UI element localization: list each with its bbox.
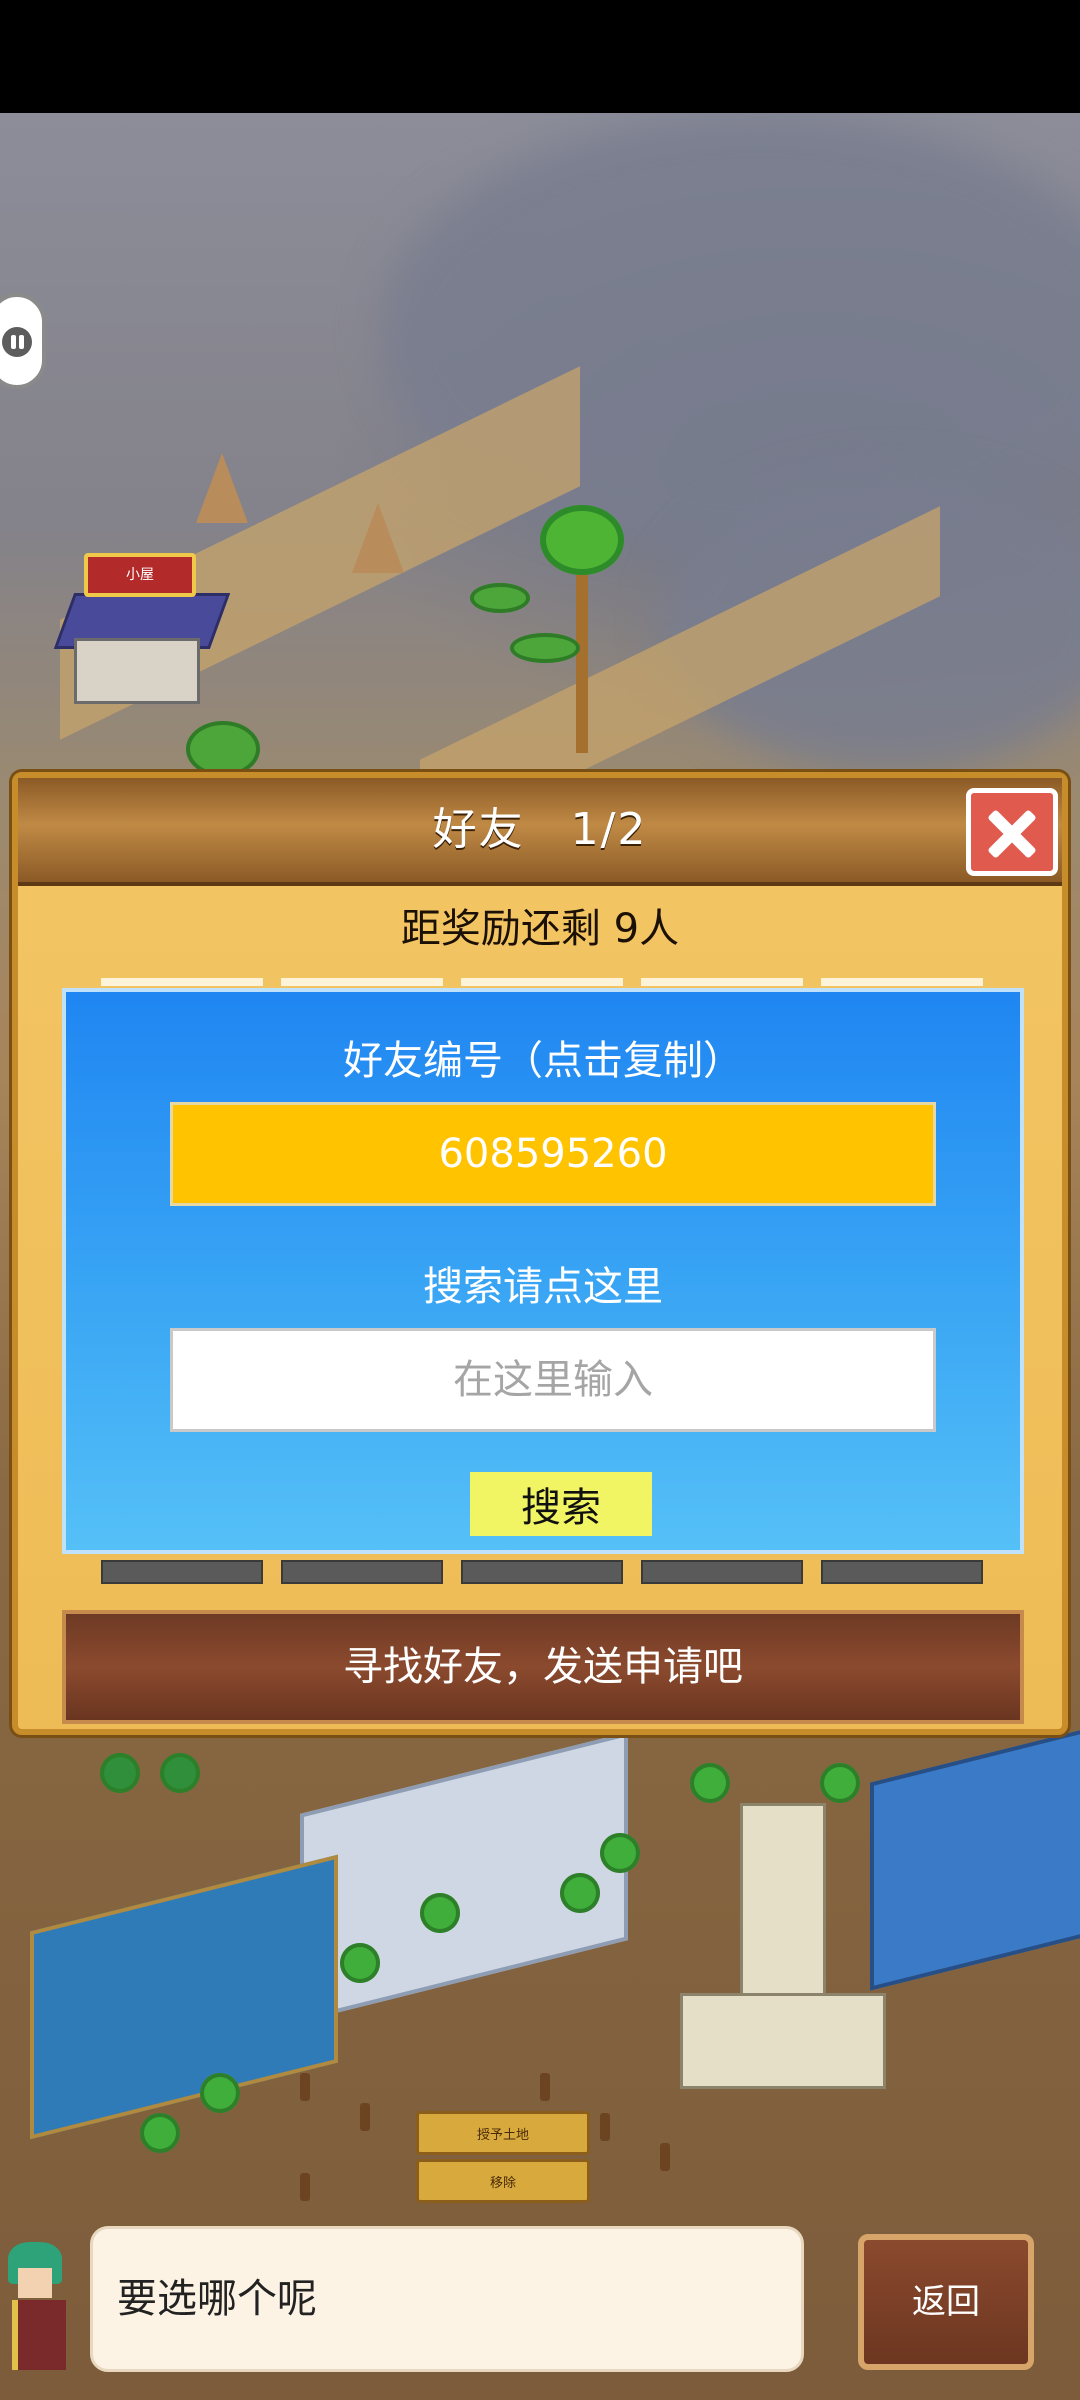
tree (100, 1753, 140, 1793)
page-tabs-bottom (62, 1560, 1022, 1584)
blue-building[interactable] (870, 1723, 1080, 1991)
search-label: 搜索请点这里 (423, 1264, 663, 1310)
page-tab[interactable] (821, 978, 983, 986)
friend-id-copy-box[interactable]: 608595260 (170, 1102, 936, 1206)
chat-icon (2, 327, 32, 357)
bush (340, 1943, 380, 1983)
page-tabs-top (62, 978, 1022, 986)
speech-bubble: 要选哪个呢 (90, 2226, 804, 2372)
house-sign[interactable]: 小屋 (84, 553, 196, 597)
palm-tree (540, 505, 624, 575)
avatar-face (18, 2268, 52, 2298)
fence-post (540, 2073, 550, 2101)
bush (140, 2113, 180, 2153)
page-tab[interactable] (641, 1560, 803, 1584)
page-tab[interactable] (461, 978, 623, 986)
tower-base (680, 1993, 886, 2089)
fence-post (600, 2113, 610, 2141)
friend-panel: 好友编号（点击复制） 608595260 搜索请点这里 搜索 (62, 988, 1024, 1554)
friend-id-label: 好友编号（点击复制） (343, 1038, 743, 1084)
rock-spire (352, 503, 404, 573)
fence-post (360, 2103, 370, 2131)
return-button[interactable]: 返回 (858, 2234, 1034, 2370)
page-tab[interactable] (641, 978, 803, 986)
bush (690, 1763, 730, 1803)
find-friend-banner: 寻找好友，发送申请吧 (62, 1610, 1024, 1724)
page-tab[interactable] (281, 978, 443, 986)
shop-building[interactable] (30, 1854, 338, 2140)
bush (820, 1763, 860, 1803)
tree (160, 1753, 200, 1793)
page-tab[interactable] (101, 978, 263, 986)
grass-patch (510, 633, 580, 663)
small-house[interactable] (53, 593, 231, 704)
dialog-title: 好友 1/2 (432, 804, 648, 855)
bush (600, 1833, 640, 1873)
page-tab[interactable] (101, 1560, 263, 1584)
bush (420, 1893, 460, 1933)
avatar-body (12, 2300, 66, 2370)
reward-remaining-text: 距奖励还剩 9人 (400, 906, 680, 952)
status-bar (0, 0, 1080, 113)
speech-bubble-text: 要选哪个呢 (117, 2276, 317, 2322)
house-wall (74, 638, 200, 704)
bush (200, 2073, 240, 2113)
fence-post (660, 2143, 670, 2171)
bush (560, 1873, 600, 1913)
close-icon (971, 793, 1053, 871)
fence-post (300, 2073, 310, 2101)
bush (186, 721, 260, 777)
close-button[interactable] (966, 788, 1058, 876)
grant-land-sign[interactable]: 授予土地 (416, 2111, 590, 2155)
search-input[interactable] (170, 1328, 936, 1432)
page-tab[interactable] (461, 1560, 623, 1584)
page-tab[interactable] (281, 1560, 443, 1584)
character-avatar (0, 2228, 82, 2400)
friend-dialog: 好友 1/2 距奖励还剩 9人 好友编号（点击复制） 608595260 搜索请… (12, 772, 1068, 1735)
page-tab[interactable] (821, 1560, 983, 1584)
rock-spire (196, 453, 248, 523)
search-button[interactable]: 搜索 (470, 1472, 652, 1536)
remove-sign[interactable]: 移除 (416, 2159, 590, 2203)
chat-button[interactable] (0, 293, 46, 389)
fence-post (300, 2173, 310, 2201)
grass-patch (470, 583, 530, 613)
